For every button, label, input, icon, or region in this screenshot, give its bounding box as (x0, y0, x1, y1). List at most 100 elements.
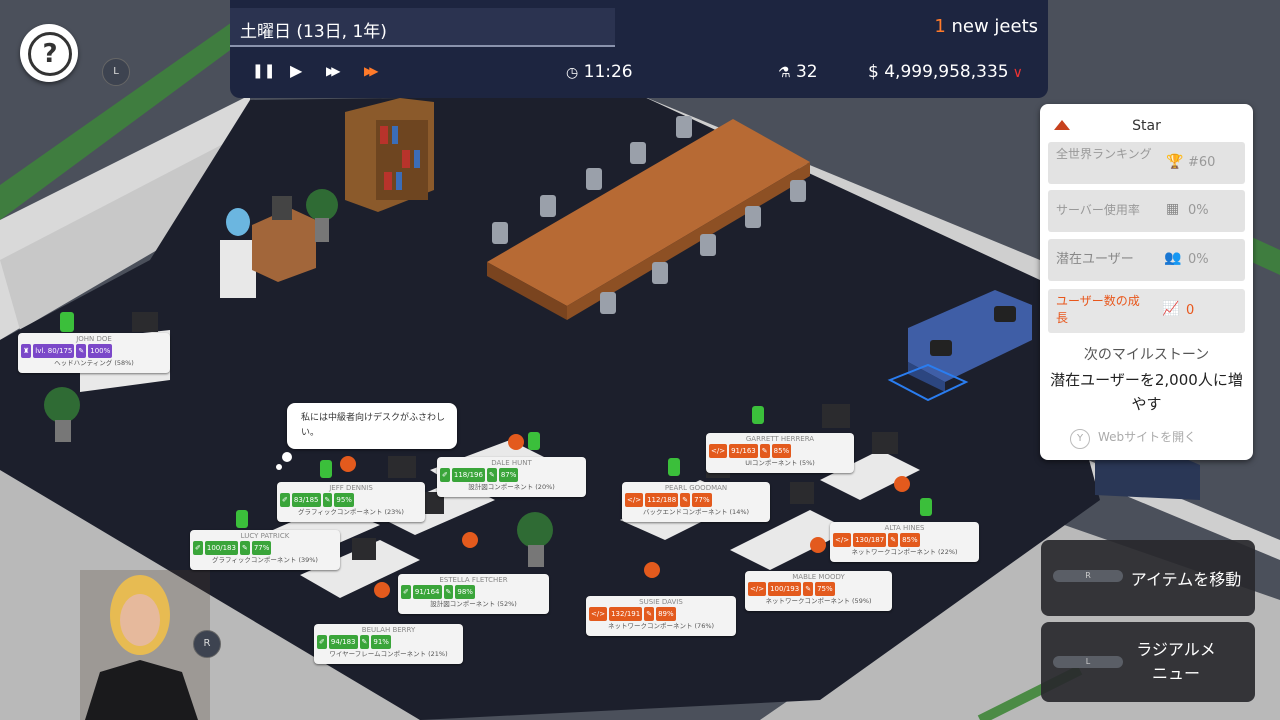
employee-card[interactable]: MABLE MOODY </> 100/193 ✎ 75% ネットワークコンポー… (745, 571, 892, 611)
employee-card[interactable]: JEFF DENNIS ✐ 83/185 ✎ 95% グラフィックコンポーネント… (277, 482, 425, 522)
brush-icon: ✐ (440, 468, 450, 482)
move-item-button[interactable]: R アイテムを移動 (1041, 540, 1255, 616)
efficiency-chip: 89% (656, 607, 676, 621)
stat-user-growth: ユーザー数の成長 📈 0 (1048, 289, 1245, 333)
code-icon: </> (589, 607, 608, 621)
fastest-button[interactable]: ▶▶ (364, 64, 379, 78)
employee-role: ワイヤーフレームコンポーネント (21%) (329, 650, 448, 658)
brush-icon: ✐ (193, 541, 203, 555)
play-button[interactable]: ▶ (290, 61, 302, 80)
key-hint: L (1053, 656, 1123, 668)
move-item-label: アイテムを移動 (1130, 570, 1242, 589)
users-icon: 👥 (1164, 250, 1182, 266)
pencil-icon: ✎ (644, 607, 655, 621)
stat-value: #60 (1188, 155, 1216, 170)
pencil-icon: ✎ (443, 585, 454, 599)
brush-icon: ✐ (401, 585, 411, 599)
employee-role: UIコンポーネント (5%) (745, 459, 815, 467)
money-display[interactable]: $ 4,999,958,335 ∨ (868, 62, 1023, 82)
employee-card[interactable]: PEARL GOODMAN </> 112/188 ✎ 77% バックエンドコン… (622, 482, 770, 522)
employee-name: BEULAH BERRY (361, 626, 416, 634)
pencil-icon: ✎ (239, 541, 250, 555)
efficiency-chip: 87% (498, 468, 519, 482)
efficiency-chip: 75% (815, 582, 835, 596)
employee-name: MABLE MOODY (792, 573, 845, 581)
stat-value: 0% (1188, 252, 1209, 267)
employee-card[interactable]: JOHN DOE ♜ lvl. 80/175 ✎ 100% ヘッドハンティング … (18, 333, 170, 373)
clock-time: 11:26 (583, 62, 633, 82)
efficiency-chip: 100% (88, 344, 113, 358)
employee-name: ALTA HINES (884, 524, 925, 532)
employee-name: LUCY PATRICK (240, 532, 290, 540)
new-jeets-notification[interactable]: 1 new jeets (934, 16, 1038, 37)
level-chip: 112/188 (645, 493, 679, 507)
employee-card[interactable]: SUSIE DAVIS </> 132/191 ✎ 89% ネットワークコンポー… (586, 596, 736, 636)
efficiency-chip: 77% (692, 493, 712, 507)
employee-card[interactable]: GARRETT HERRERA </> 91/163 ✎ 85% UIコンポーネ… (706, 433, 854, 473)
level-chip: 94/183 (328, 635, 358, 649)
efficiency-chip: 77% (251, 541, 272, 555)
employee-name: PEARL GOODMAN (664, 484, 728, 492)
employee-role: バックエンドコンポーネント (14%) (642, 508, 750, 516)
employee-role: 設計図コンポーネント (20%) (468, 483, 555, 491)
code-icon: </> (748, 582, 767, 596)
employee-name: ESTELLA FLETCHER (439, 576, 508, 584)
game-clock: ◷ 11:26 (566, 62, 633, 82)
employee-role: 設計図コンポーネント (52%) (430, 600, 517, 608)
money-value: $ 4,999,958,335 (868, 62, 1009, 82)
speech-bubble-tail (282, 452, 292, 462)
level-chip: 91/164 (412, 585, 442, 599)
employee-card[interactable]: BEULAH BERRY ✐ 94/183 ✎ 91% ワイヤーフレームコンポー… (314, 624, 463, 664)
open-website-button[interactable]: Y Webサイトを開く (1070, 428, 1196, 449)
radial-menu-button[interactable]: L ラジアルメニュー (1041, 622, 1255, 702)
pause-button[interactable]: ❚❚ (252, 63, 275, 79)
date-display: 土曜日 (13日, 1年) (230, 8, 615, 47)
speech-text: 私には中級者向けデスクがふさわしい。 (301, 413, 446, 438)
date-text: 土曜日 (13日, 1年) (240, 22, 387, 42)
character-portrait[interactable] (88, 572, 198, 720)
employee-role: ネットワークコンポーネント (59%) (765, 597, 872, 605)
top-bar: 土曜日 (13日, 1年) 1 new jeets ❚❚ ▶ ▶▶ ▶▶ ◷ 1… (230, 0, 1048, 98)
level-chip: 100/183 (204, 541, 238, 555)
employee-role: ネットワークコンポーネント (76%) (607, 622, 715, 630)
pencil-icon: ✎ (486, 468, 497, 482)
employee-card[interactable]: DALE HUNT ✐ 118/196 ✎ 87% 設計図コンポーネント (20… (437, 457, 586, 497)
pencil-icon: ✎ (322, 493, 333, 507)
efficiency-chip: 85% (900, 533, 920, 547)
skill-icon: ♜ (21, 344, 32, 358)
employee-role: グラフィックコンポーネント (23%) (298, 508, 404, 516)
milestone-text: 潜在ユーザーを2,000人に増やす (1050, 371, 1243, 413)
speech-bubble-tail (276, 464, 282, 470)
stat-label: ユーザー数の成長 (1056, 294, 1140, 325)
employee-card[interactable]: ALTA HINES </> 130/187 ✎ 85% ネットワークコンポーネ… (830, 522, 979, 562)
efficiency-chip: 85% (771, 444, 792, 458)
level-chip: 130/187 (853, 533, 887, 547)
open-website-label: Webサイトを開く (1098, 430, 1197, 444)
y-key-icon: Y (1070, 429, 1090, 449)
employee-card[interactable]: ESTELLA FLETCHER ✐ 91/164 ✎ 98% 設計図コンポーネ… (398, 574, 549, 614)
code-icon: </> (709, 444, 728, 458)
stat-world-ranking: 全世界ランキング 🏆 #60 (1048, 142, 1245, 184)
level-chip: 118/196 (451, 468, 485, 482)
pencil-icon: ✎ (759, 444, 770, 458)
research-value: 32 (795, 62, 818, 82)
employee-name: JOHN DOE (76, 335, 112, 343)
level-chip: 83/185 (291, 493, 321, 507)
employee-card[interactable]: LUCY PATRICK ✐ 100/183 ✎ 77% グラフィックコンポーネ… (190, 530, 340, 570)
help-button[interactable]: ? (20, 24, 78, 82)
efficiency-chip: 98% (455, 585, 475, 599)
chevron-down-icon: ∨ (1012, 65, 1023, 81)
fast-forward-button[interactable]: ▶▶ (326, 64, 341, 78)
stat-label: 潜在ユーザー (1056, 252, 1134, 267)
flask-icon: ⚗ (778, 65, 791, 81)
level-chip: 91/163 (729, 444, 758, 458)
question-icon: ? (28, 32, 72, 76)
stat-server-usage: サーバー使用率 ▦ 0% (1048, 190, 1245, 232)
stat-value: 0% (1188, 203, 1209, 218)
jeets-label: new jeets (945, 16, 1038, 37)
code-icon: </> (833, 533, 852, 547)
brush-icon: ✐ (317, 635, 327, 649)
stat-potential-users: 潜在ユーザー 👥 0% (1048, 239, 1245, 281)
stat-label: 全世界ランキング (1056, 147, 1152, 161)
employee-name: GARRETT HERRERA (745, 435, 815, 443)
